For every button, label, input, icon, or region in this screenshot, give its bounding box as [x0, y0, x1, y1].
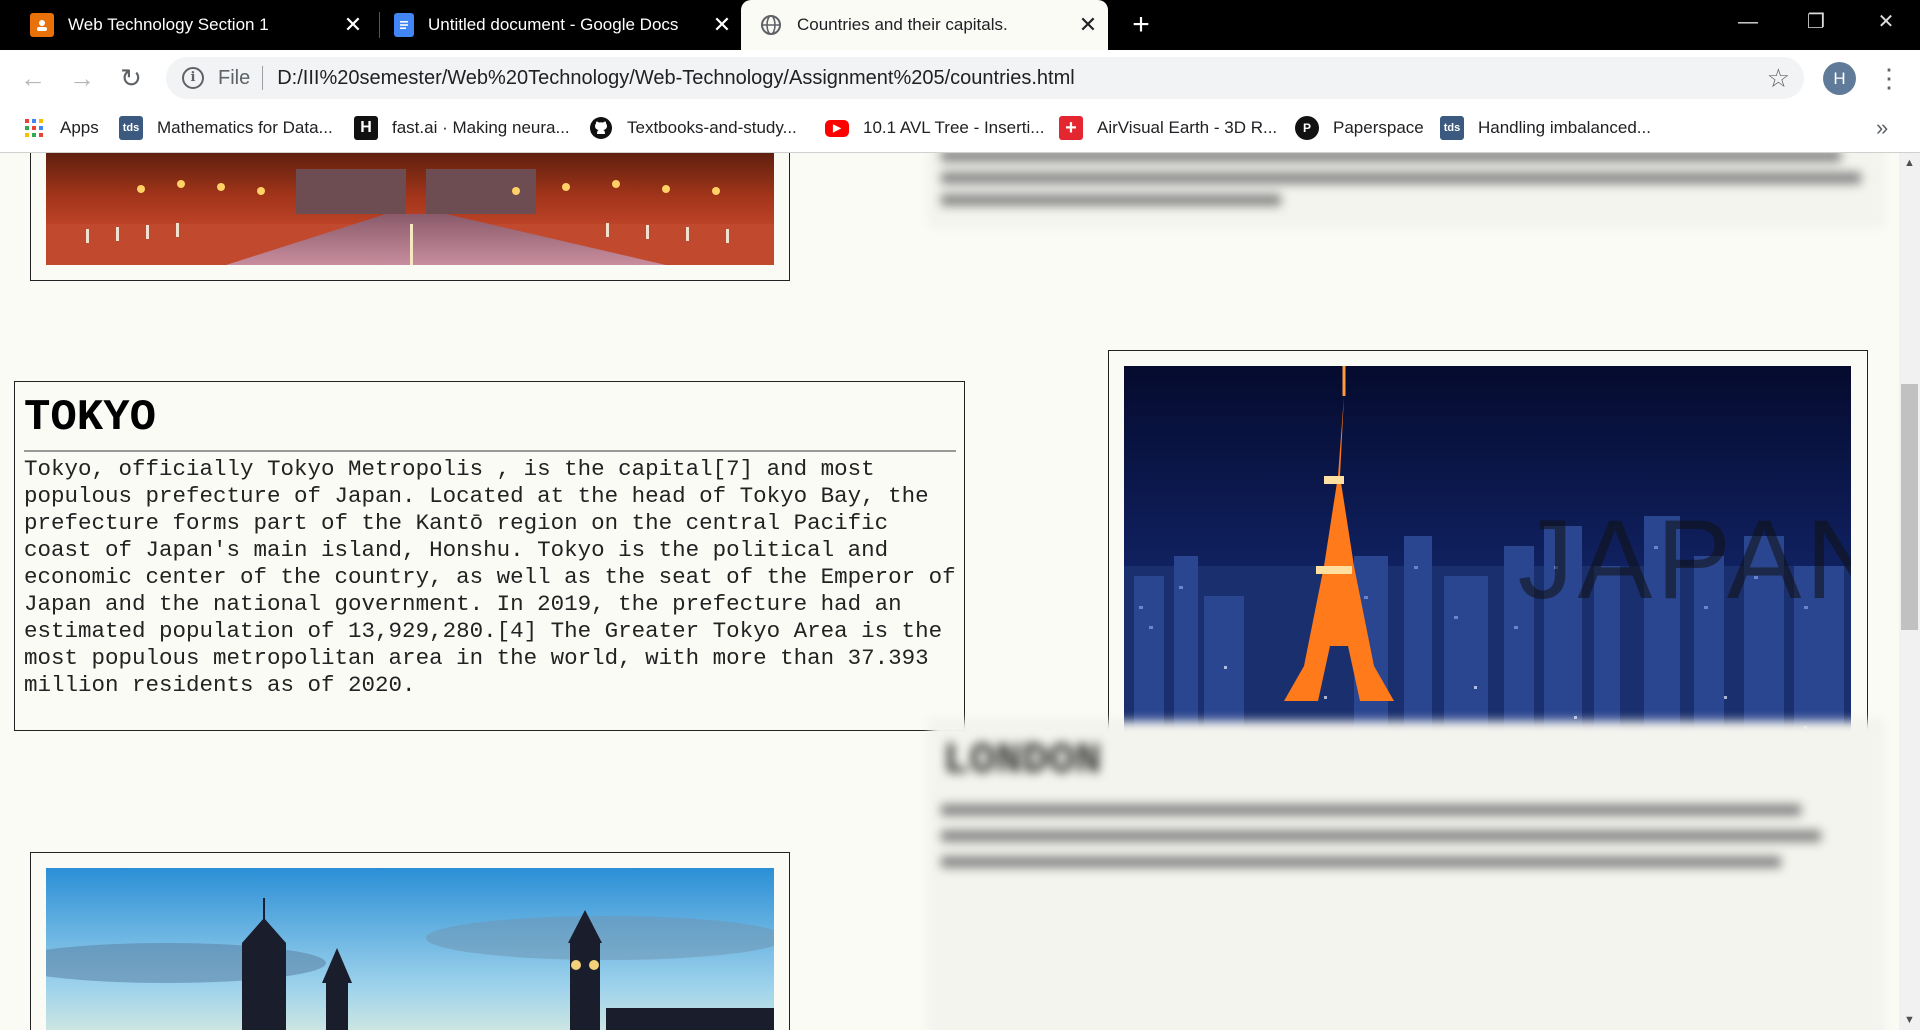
tab-close-icon[interactable]: ✕: [712, 12, 732, 38]
tab-countries-capitals[interactable]: Countries and their capitals. ✕: [741, 0, 1108, 50]
scrollbar-thumb[interactable]: [1901, 384, 1918, 630]
bookmark-avl-tree[interactable]: ▶ 10.1 AVL Tree - Inserti...: [825, 115, 1044, 141]
globe-icon: [759, 13, 783, 37]
menu-icon[interactable]: ⋮: [1876, 60, 1902, 96]
browser-toolbar: ← → ↻ i File D:/III%20semester/Web%20Tec…: [0, 50, 1920, 105]
bookmark-label: 10.1 AVL Tree - Inserti...: [863, 118, 1045, 137]
tab-title: Web Technology Section 1: [68, 15, 269, 34]
airvisual-icon: +: [1059, 116, 1083, 140]
scroll-down-icon[interactable]: ▼: [1899, 1010, 1920, 1030]
close-window-button[interactable]: ✕: [1852, 0, 1920, 44]
forward-button[interactable]: →: [66, 62, 98, 94]
youtube-icon: ▶: [825, 119, 849, 137]
blurred-text-card-top: [930, 153, 1882, 225]
bookmark-label: Mathematics for Data...: [157, 118, 333, 137]
tab-close-icon[interactable]: ✕: [343, 12, 363, 38]
new-tab-button[interactable]: +: [1124, 8, 1158, 42]
blurred-heading: LONDON: [943, 736, 1102, 786]
photo-overlay-text: JAPAN: [1518, 497, 1851, 622]
bookmarks-bar: Apps tds Mathematics for Data... H fast.…: [0, 105, 1920, 153]
bookmark-label: Textbooks-and-study...: [627, 118, 797, 137]
night-street-photo: [46, 153, 774, 265]
bookmark-label: Paperspace: [1333, 118, 1424, 137]
image-card-top: [30, 153, 790, 281]
bookmark-textbooks[interactable]: Textbooks-and-study...: [589, 115, 797, 141]
classroom-icon: [30, 13, 54, 37]
bookmark-label: Apps: [60, 118, 99, 137]
page-viewport: TOKYO Tokyo, officially Tokyo Metropolis…: [0, 153, 1899, 1030]
london-skyline-photo: [46, 868, 774, 1030]
back-button[interactable]: ←: [17, 62, 49, 94]
address-divider: [262, 66, 264, 90]
bookmarks-overflow-button[interactable]: »: [1876, 115, 1888, 141]
profile-avatar[interactable]: H: [1823, 62, 1856, 95]
google-docs-icon: [394, 13, 414, 37]
site-info-icon[interactable]: i: [182, 67, 204, 89]
bookmark-imbalanced[interactable]: tds Handling imbalanced...: [1440, 115, 1651, 141]
scroll-up-icon[interactable]: ▲: [1899, 153, 1920, 173]
reload-button[interactable]: ↻: [115, 62, 147, 94]
tab-google-docs[interactable]: Untitled document - Google Docs ✕: [380, 0, 740, 50]
tab-title: Untitled document - Google Docs: [428, 15, 679, 34]
tab-title: Countries and their capitals.: [797, 15, 1008, 34]
bookmark-label: fast.ai · Making neura...: [392, 118, 570, 137]
tokyo-card: TOKYO Tokyo, officially Tokyo Metropolis…: [14, 381, 965, 731]
tds-icon: tds: [1440, 116, 1464, 140]
paperspace-icon: P: [1295, 116, 1319, 140]
blurred-london-card: LONDON: [930, 721, 1882, 1030]
bookmark-star-icon[interactable]: ☆: [1767, 63, 1790, 94]
vertical-scrollbar[interactable]: ▲ ▼: [1899, 153, 1920, 1030]
scheme-label: File: [218, 66, 251, 89]
tab-close-icon[interactable]: ✕: [1078, 12, 1098, 38]
apps-grid-icon: [22, 116, 46, 140]
url-text[interactable]: D:/III%20semester/Web%20Technology/Web-T…: [277, 67, 1766, 90]
tokyo-skyline-photo: JAPAN: [1124, 366, 1851, 774]
bookmark-apps[interactable]: Apps: [22, 115, 99, 141]
address-bar[interactable]: i File D:/III%20semester/Web%20Technolog…: [166, 57, 1804, 99]
minimize-button[interactable]: —: [1714, 0, 1782, 44]
city-description: Tokyo, officially Tokyo Metropolis , is …: [24, 456, 956, 698]
bookmark-label: Handling imbalanced...: [1478, 118, 1651, 137]
london-image-card: [30, 852, 790, 1030]
bookmark-airvisual[interactable]: + AirVisual Earth - 3D R...: [1059, 115, 1277, 141]
bookmark-fastai[interactable]: H fast.ai · Making neura...: [354, 115, 570, 141]
bookmark-label: AirVisual Earth - 3D R...: [1097, 118, 1278, 137]
city-heading: TOKYO: [24, 392, 956, 452]
bookmark-paperspace[interactable]: P Paperspace: [1295, 115, 1424, 141]
tab-strip: Web Technology Section 1 ✕ Untitled docu…: [0, 0, 1920, 50]
tds-icon: tds: [119, 116, 143, 140]
github-icon: [589, 116, 613, 140]
restore-button[interactable]: ❐: [1782, 0, 1850, 44]
bookmark-mathematics[interactable]: tds Mathematics for Data...: [119, 115, 333, 141]
fastai-icon: H: [354, 116, 378, 140]
tab-web-technology[interactable]: Web Technology Section 1 ✕: [16, 0, 371, 50]
